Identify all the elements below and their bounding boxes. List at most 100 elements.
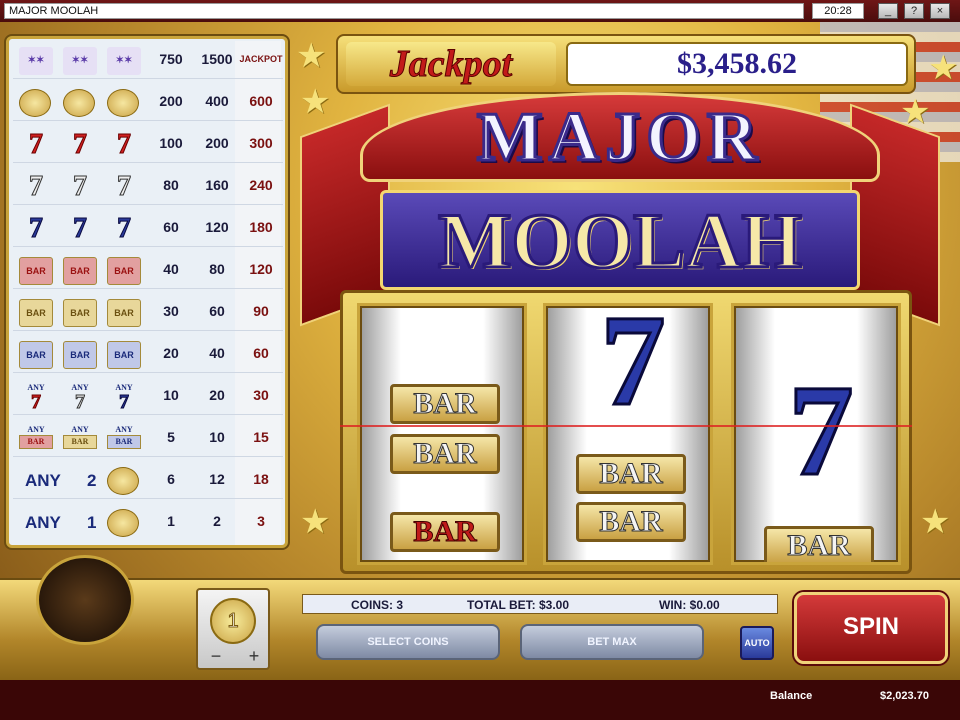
payout-value: 40 [209,345,225,361]
payout-value: 60 [209,303,225,319]
payout-value: 3 [257,513,265,529]
white-seven-icon: 7 [73,171,88,202]
spin-button[interactable]: SPIN [794,592,948,664]
payout-value: 2 [213,513,221,529]
any-bar-icon: ANY BAR [63,425,97,453]
payout-value: 120 [249,261,273,277]
payout-value: 30 [253,387,269,403]
any-label: ANY [25,471,61,490]
window-title: MAJOR MOOLAH [4,3,804,19]
star-icon: ★ [300,503,331,541]
star-icon: ★ [920,503,951,541]
coin-increase-button[interactable]: + [244,647,264,666]
paytable: ✶✶ ✶✶ ✶✶ 750 1500 JACKPOT 200 400 600 7 … [6,36,288,548]
paytable-row: 7 7 7 100 200 300 [13,125,283,163]
payout-value: 18 [253,471,269,487]
gold-bar-icon: BAR [63,435,97,449]
payout-value: 15 [253,429,269,445]
payout-value: 80 [163,177,179,193]
clock: 20:28 [812,3,864,19]
payout-value: 5 [167,429,175,445]
purple-star-icon: ✶✶ [107,47,141,75]
star-icon: ★ [296,37,327,75]
coins-count: COINS: 3 [351,598,404,612]
paytable-header-row: ✶✶ ✶✶ ✶✶ 750 1500 JACKPOT [13,41,283,79]
payout-value: 600 [249,93,273,109]
total-bet: TOTAL BET: $3.00 [467,598,570,612]
reel-2: 7 BAR BAR [543,303,713,565]
close-button[interactable]: × [930,3,950,19]
minimize-button[interactable]: _ [878,3,898,19]
payout-value: 10 [209,429,225,445]
star-icon: ★ [300,83,331,121]
payout-value: 30 [163,303,179,319]
balance-value: $2,023.70 [880,690,929,702]
paytable-header: JACKPOT [239,54,283,64]
bet-max-button[interactable]: BET MAX [520,624,704,660]
blue-seven-icon: 7 [119,391,130,413]
gold-coin-icon [107,467,139,495]
gold-coin-icon [107,89,139,117]
paytable-header: 1500 [201,51,233,67]
payout-value: 12 [209,471,225,487]
any-seven-icon: ANY 7 [63,383,97,413]
any-seven-icon: ANY 7 [19,383,53,413]
casino-logo-small [14,682,130,716]
blue-seven-icon: 7 [787,359,855,503]
payout-value: 120 [205,219,229,235]
coin-decrease-button[interactable]: − [206,647,226,666]
white-seven-icon: 7 [117,171,132,202]
payout-value: 200 [159,93,183,109]
help-button[interactable]: ? [904,3,924,19]
reel-frame: BAR BAR BAR 7 BAR BAR 7 BAR [340,290,912,574]
reel-1: BAR BAR BAR [357,303,527,565]
paytable-row: BAR BAR BAR 20 40 60 [13,335,283,373]
blue-bar-icon: BAR [19,341,53,369]
any-count: 1 [87,513,97,532]
any-label: ANY [27,425,45,434]
title-bar: MAJOR MOOLAH 20:28 _ ? × [0,0,960,22]
purple-star-icon: ✶✶ [63,47,97,75]
jackpot-panel: Jackpot $3,458.62 [336,34,916,94]
auto-button[interactable]: AUTO [740,626,774,660]
gold-bar-icon: BAR [764,526,874,562]
gold-bar-icon: BAR [576,502,686,542]
casino-logo [36,555,134,645]
paytable-row: ANY 2 6 12 18 [13,461,283,499]
any-label: ANY [115,425,133,434]
gold-bar-icon: BAR [19,299,53,327]
red-bar-icon: BAR [19,257,53,285]
red-bar-icon: BAR [390,512,500,552]
payout-value: 400 [205,93,229,109]
balance-label: Balance [770,690,813,702]
gold-coin-icon [63,89,95,117]
blue-bar-icon: BAR [107,435,141,449]
any-label: ANY [71,425,89,434]
payout-value: 60 [253,345,269,361]
select-coins-button[interactable]: SELECT COINS [316,624,500,660]
bet-info-bar: COINS: 3 TOTAL BET: $3.00 WIN: $0.00 [302,594,778,614]
payout-value: 100 [159,135,183,151]
paytable-row: ANY BAR ANY BAR ANY BAR 5 10 15 [13,419,283,457]
payout-value: 1 [167,513,175,529]
blue-seven-icon: 7 [29,213,44,244]
paytable-row: BAR BAR BAR 40 80 120 [13,251,283,289]
any-seven-icon: ANY 7 [107,383,141,413]
gold-bar-icon: BAR [63,299,97,327]
any-bar-icon: ANY BAR [107,425,141,453]
reel-3: 7 BAR [731,303,901,565]
paytable-row: 200 400 600 [13,83,283,121]
payout-value: 160 [205,177,229,193]
paytable-row: BAR BAR BAR 30 60 90 [13,293,283,331]
purple-star-icon: ✶✶ [19,47,53,75]
blue-seven-icon: 7 [117,213,132,244]
paytable-row: 7 7 7 60 120 180 [13,209,283,247]
any-count: 2 [87,471,97,490]
payout-value: 200 [205,135,229,151]
payout-value: 40 [163,261,179,277]
red-bar-icon: BAR [107,257,141,285]
paytable-row: ANY 1 1 2 3 [13,503,283,541]
red-bar-icon: BAR [63,257,97,285]
red-seven-icon: 7 [31,391,42,413]
red-seven-icon: 7 [29,129,44,160]
